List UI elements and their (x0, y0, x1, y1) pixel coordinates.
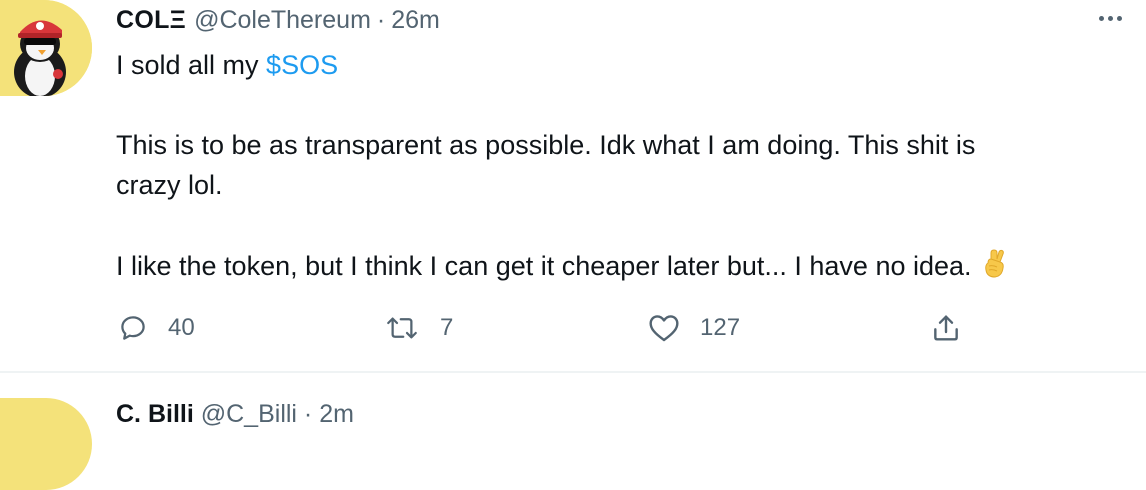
retweet-icon (387, 317, 417, 339)
more-horizontal-icon (1098, 15, 1104, 21)
next-tweet-header: C. Billi @C_Billi · 2m (116, 400, 354, 429)
tweet-text-line: crazy lol. (116, 170, 223, 200)
reply-icon (121, 316, 145, 340)
reply-button[interactable]: 40 (118, 308, 195, 348)
cashtag-link[interactable]: $SOS (266, 50, 338, 80)
more-options-button[interactable] (1092, 8, 1128, 28)
next-display-name[interactable]: C. Billi (116, 400, 194, 428)
tweet[interactable]: COLΞ @ColeThereum · 26m I sold all my $S… (0, 0, 1146, 373)
retweet-count: 7 (440, 314, 454, 341)
timestamp[interactable]: 26m (391, 6, 440, 35)
tweet-text-line: I sold all my $SOS (116, 48, 338, 82)
tweet-actions: 40 7 127 (0, 308, 1146, 348)
heart-icon (649, 315, 679, 342)
reply-count: 40 (168, 314, 195, 341)
avatar[interactable] (0, 0, 92, 96)
like-count: 127 (700, 314, 741, 341)
tweet-header: COLΞ @ColeThereum · 26m (116, 4, 440, 36)
tweet-text-line: I like the token, but I think I can get … (116, 249, 1008, 287)
share-button[interactable] (930, 308, 962, 348)
retweet-button[interactable]: 7 (384, 308, 453, 348)
crossed-fingers-emoji-icon (982, 249, 1008, 287)
like-button[interactable]: 127 (648, 308, 740, 348)
next-tweet-avatar[interactable] (0, 398, 92, 490)
next-user-handle[interactable]: @C_Billi · 2m (201, 400, 354, 428)
user-handle[interactable]: @ColeThereum (194, 6, 371, 35)
display-name[interactable]: COLΞ (116, 6, 186, 35)
tweet-text: I like the token, but I think I can get … (116, 251, 972, 281)
tweet-text: I sold all my (116, 50, 267, 80)
separator: · (376, 5, 386, 34)
tweet-text-line: This is to be as transparent as possible… (116, 130, 976, 160)
penguin-avatar-icon (0, 0, 92, 96)
share-icon (934, 315, 958, 341)
